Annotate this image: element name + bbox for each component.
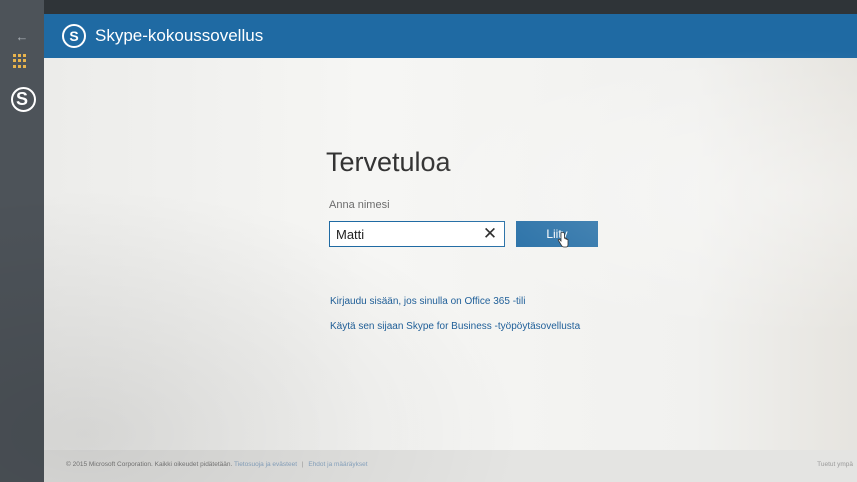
- skype-logo-icon: S: [62, 24, 86, 48]
- app-header: S Skype-kokoussovellus: [44, 14, 857, 58]
- browser-rail: ← S: [0, 0, 44, 482]
- footer-separator: |: [301, 461, 304, 468]
- name-label: Anna nimesi: [329, 199, 390, 211]
- terms-link[interactable]: Ehdot ja määräykset: [308, 461, 367, 468]
- back-arrow-icon[interactable]: ←: [11, 30, 33, 44]
- top-bezel: [0, 0, 857, 14]
- name-field[interactable]: ✕: [329, 221, 505, 247]
- footer: © 2015 Microsoft Corporation. Kaikki oik…: [44, 450, 857, 482]
- name-input[interactable]: [330, 222, 480, 246]
- office365-signin-link[interactable]: Kirjaudu sisään, jos sinulla on Office 3…: [330, 296, 525, 308]
- privacy-link[interactable]: Tietosuoja ja evästeet: [234, 461, 297, 468]
- screen: ← S S Skype-kokoussovellus Tervetuloa An…: [0, 0, 857, 482]
- apps-grid-icon[interactable]: [13, 54, 27, 68]
- supported-link[interactable]: Tuetut ympä: [817, 460, 853, 470]
- app-title: Skype-kokoussovellus: [95, 26, 264, 45]
- main-content: Tervetuloa Anna nimesi ✕ Liity Kirjaudu …: [44, 58, 857, 450]
- footer-copyright: © 2015 Microsoft Corporation. Kaikki oik…: [66, 460, 368, 470]
- copyright-text: © 2015 Microsoft Corporation. Kaikki oik…: [66, 461, 233, 468]
- close-icon[interactable]: ✕: [480, 223, 500, 245]
- hand-pointer-icon: [557, 232, 569, 248]
- page-title: Tervetuloa: [326, 147, 451, 177]
- desktop-app-link[interactable]: Käytä sen sijaan Skype for Business -työ…: [330, 321, 580, 333]
- skype-logo-icon[interactable]: S: [8, 86, 36, 112]
